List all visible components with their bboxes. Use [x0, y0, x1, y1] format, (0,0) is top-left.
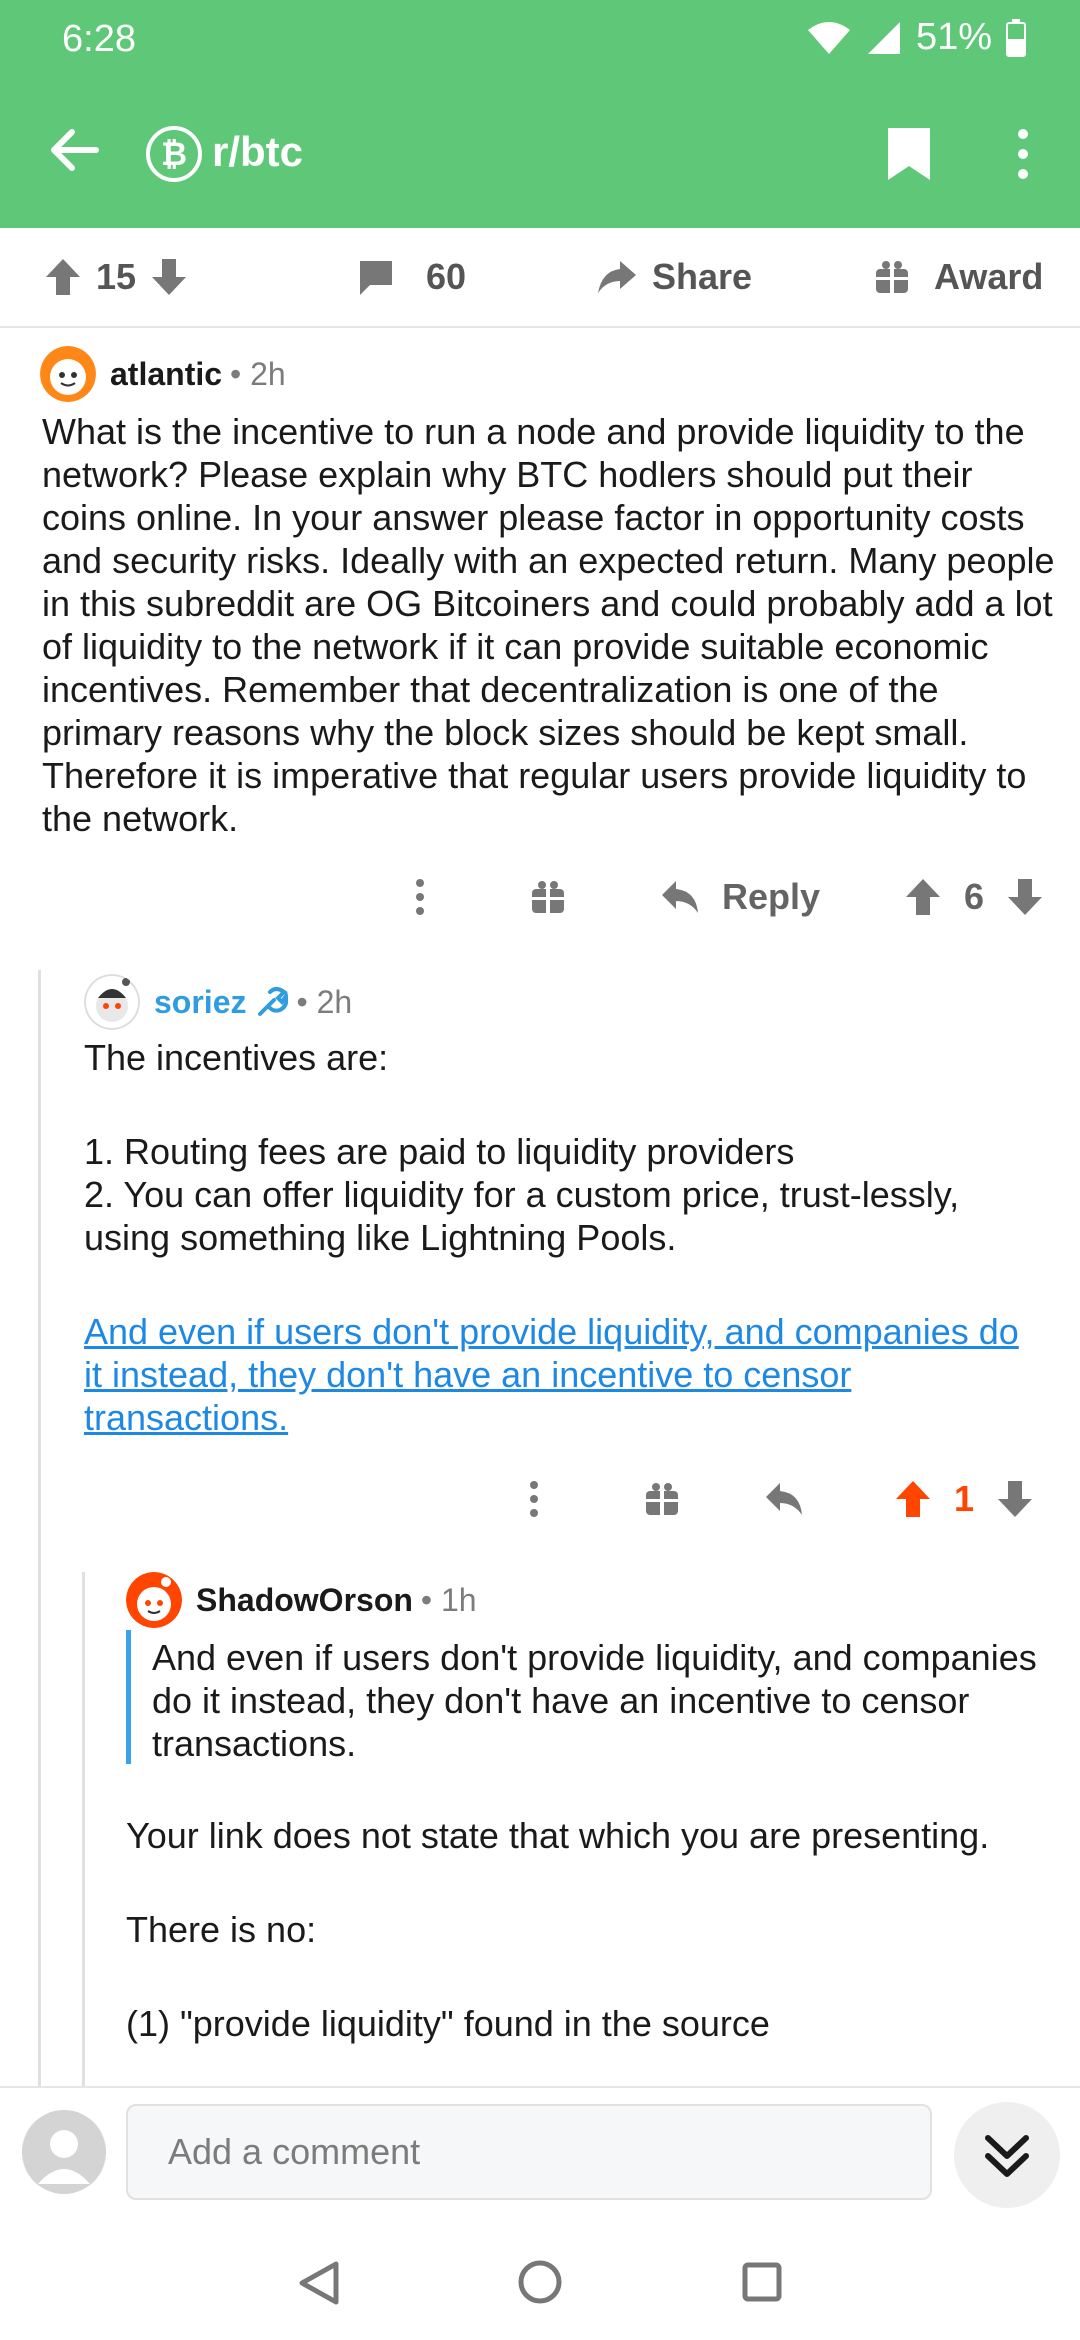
comment-paragraph: There is no:	[126, 1909, 317, 1950]
subreddit-icon[interactable]: ₿	[146, 126, 202, 182]
list-item: 2. You can offer liquidity for a custom …	[84, 1174, 960, 1258]
comment-time: • 1h	[420, 1581, 477, 1618]
upvote-icon[interactable]	[904, 877, 942, 917]
comment-header: soriez • 2h	[84, 974, 352, 1030]
signal-icon	[867, 21, 900, 54]
more-options-icon[interactable]	[1008, 124, 1038, 184]
back-arrow-icon[interactable]	[44, 120, 104, 180]
avatar[interactable]	[40, 346, 96, 402]
quote-bar	[126, 1630, 131, 1764]
battery-percent: 51%	[915, 16, 992, 58]
reply-arrow-icon[interactable]	[764, 1481, 804, 1517]
gift-icon[interactable]	[644, 1481, 680, 1517]
double-chevron-down-icon	[985, 2135, 1029, 2177]
downvote-icon[interactable]	[996, 1479, 1034, 1519]
downvote-icon[interactable]	[1006, 877, 1044, 917]
battery-icon	[1006, 18, 1026, 57]
next-comment-button[interactable]	[954, 2102, 1060, 2208]
comment-time: • 2h	[230, 355, 286, 392]
status-icons: 51%	[806, 16, 1026, 59]
gift-icon[interactable]	[530, 879, 566, 915]
comment-header: ShadowOrson • 1h	[126, 1572, 477, 1628]
thread-line[interactable]	[82, 1572, 85, 2086]
system-nav-bar	[0, 2216, 1080, 2340]
gift-icon	[876, 261, 908, 293]
nav-home-icon[interactable]	[518, 2260, 562, 2304]
post-action-bar: 15 60 Share Award	[0, 228, 1080, 328]
comment-body: What is the incentive to run a node and …	[42, 411, 1055, 839]
comment-input[interactable]: Add a comment	[126, 2104, 932, 2200]
comments-count-label: 60	[426, 256, 467, 297]
share-button[interactable]: Share	[596, 256, 752, 298]
avatar[interactable]	[84, 974, 140, 1030]
comment-link[interactable]: And even if users don't provide liquidit…	[84, 1310, 1044, 1439]
reply-button[interactable]: Reply	[660, 876, 820, 918]
more-options-icon[interactable]	[410, 877, 430, 917]
upvote-icon[interactable]	[894, 1479, 932, 1519]
bookmark-icon[interactable]	[884, 126, 934, 182]
comment-paragraph: Your link does not state that which you …	[126, 1815, 990, 1856]
upvote-icon[interactable]	[44, 257, 82, 297]
app-header: 6:28 51% ₿ r/btc	[0, 0, 1080, 228]
more-options-icon[interactable]	[524, 1479, 544, 1519]
comment-author[interactable]: ShadowOrson	[196, 1582, 413, 1619]
nav-back-icon[interactable]	[298, 2260, 340, 2306]
comment-author[interactable]: soriez	[154, 984, 246, 1021]
award-label: Award	[934, 256, 1044, 297]
comment-score: 6	[964, 876, 985, 917]
reply-arrow-icon	[662, 881, 698, 913]
comment-actions: 1	[524, 1478, 1034, 1520]
avatar[interactable]	[126, 1572, 182, 1628]
subreddit-name[interactable]: r/btc	[212, 128, 303, 176]
comment-score: 1	[954, 1478, 975, 1519]
comment-quote: And even if users don't provide liquidit…	[152, 1637, 1037, 1764]
add-comment-bar: Add a comment	[0, 2086, 1080, 2216]
award-button[interactable]: Award	[874, 256, 1043, 298]
post-vote: 15	[44, 256, 188, 298]
list-item: 1. Routing fees are paid to liquidity pr…	[84, 1131, 795, 1172]
post-score: 15	[96, 256, 137, 297]
reply-label: Reply	[722, 876, 821, 917]
wrench-icon	[258, 987, 289, 1016]
share-icon	[598, 261, 636, 293]
comments-count[interactable]: 60	[356, 256, 466, 298]
comment-actions: Reply 6	[410, 876, 1044, 918]
status-time: 6:28	[62, 18, 136, 60]
comment-time: • 2h	[296, 983, 353, 1020]
nav-recents-icon[interactable]	[742, 2262, 782, 2302]
downvote-icon[interactable]	[150, 257, 188, 297]
comment-bubble-icon	[360, 261, 392, 295]
comment-paragraph: (1) "provide liquidity" found in the sou…	[126, 2003, 770, 2044]
thread-line[interactable]	[38, 970, 41, 2086]
comment-author[interactable]: atlantic	[110, 356, 222, 393]
user-avatar[interactable]	[22, 2110, 106, 2194]
share-label: Share	[652, 256, 753, 297]
comment-header: atlantic • 2h	[40, 346, 286, 402]
wifi-icon	[807, 21, 850, 54]
comment-intro: The incentives are:	[84, 1037, 389, 1078]
